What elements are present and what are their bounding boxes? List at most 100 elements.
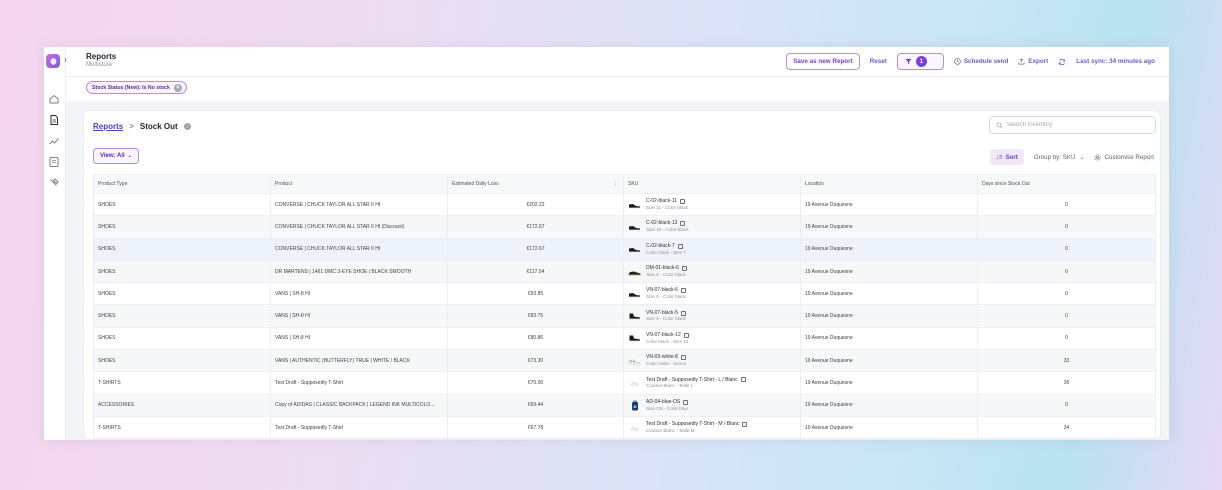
sku-variant: Size OS - Color blue [646,405,688,411]
reset-button[interactable]: Reset [870,58,887,65]
cell-estimated-daily-loss: €172.67 [448,238,624,260]
product-thumbnail [628,245,641,254]
cell-estimated-daily-loss: €70.00 [448,372,624,394]
column-header-estimated-daily-loss[interactable]: Estimated Daily Loss ↓ [448,175,624,193]
cell-estimated-daily-loss: €69.44 [448,394,624,416]
copy-icon[interactable] [681,265,687,271]
copy-icon[interactable] [683,332,689,338]
view-selector[interactable]: View: All ⌄ [93,148,139,164]
group-by-dropdown[interactable]: Group by: SKU ⌄ [1034,154,1085,161]
page-subtitle: Multistore [86,62,113,68]
sync-icon[interactable] [1058,58,1066,66]
cell-product: CONVERSE | CHUCK TAYLOR ALL STAR II HI (… [271,216,448,238]
cell-sku: AD-04-blue-OS Size OS - Color blue [624,394,801,416]
sku-variant: Size 6 - Color black [646,294,686,300]
orders-icon[interactable] [48,156,60,168]
sku-text: DM-01-black-6 Size 6 - Color black [646,265,687,278]
sku-text: C-02-black-7 Color black - Size 7 [646,243,686,256]
table-row[interactable]: T-SHIRTS Test Draft - Supposedly T-Shirt €… [94,416,1155,440]
cell-estimated-daily-loss: €202.22 [448,194,624,216]
cell-estimated-daily-loss: €80.86 [448,327,624,350]
sidebar-rail: › [44,47,67,440]
copy-icon[interactable] [680,288,686,294]
table-row[interactable]: SHOES CONVERSE | CHUCK TAYLOR ALL STAR II… [94,216,1155,239]
table-row[interactable]: SHOES VANS | SH-8 HI €80.86 VN-07-black-12 C… [94,327,1155,351]
save-report-button[interactable]: Save as new Report [786,53,860,70]
cell-days-since-stock-out: 0 [1065,223,1068,230]
search-input[interactable] [1007,122,1147,128]
cell-days-since-stock-out: 0 [1065,246,1068,253]
column-header-location[interactable]: Location [801,175,978,193]
breadcrumb-reports-link[interactable]: Reports [93,122,123,131]
cell-product-type: SHOES [94,194,271,216]
schedule-send-button[interactable]: Schedule send [954,58,1008,65]
filter-button[interactable]: 1 [896,53,944,70]
cell-sku: VN-07-black-12 Color black - Size 12 [624,327,801,350]
group-by-label: Group by: SKU [1033,153,1076,161]
cell-estimated-daily-loss: €93.85 [448,283,624,305]
sort-button[interactable]: ↓≡ Sort [989,149,1024,165]
breadcrumb: Reports > Stock Out i [93,122,191,131]
home-icon[interactable] [48,93,60,105]
cell-sku: C-02-black-13 Size 13 - Color black [624,216,801,238]
copy-icon[interactable] [677,243,683,249]
filter-chip-stock-status[interactable]: Stock Status (New): Is No stock × [86,81,187,94]
copy-icon[interactable] [680,310,686,316]
copy-icon[interactable] [680,221,686,227]
sku-code: Test Draft - Supposedly T-Shirt - L / Bl… [646,376,738,383]
table-row[interactable]: T-SHIRTS Test Draft - Supposedly T-Shirt €… [94,372,1155,395]
cell-location: 19 Avenue Duquesne [801,238,978,260]
table-row[interactable]: ACCESSORIES Copy of ADIDAS | CLASSIC BACK… [94,394,1155,417]
sku-text: VN-03-white-8 Color white - Size 8 [646,354,686,367]
cell-product-type: T-SHIRTS [94,372,271,394]
export-icon [1018,58,1025,65]
table-row[interactable]: SHOES VANS | SH-8 HI €83.75 VN-07-black-5 Si… [94,305,1155,328]
copy-icon[interactable] [683,399,689,405]
report-tools: ↓≡ Sort Group by: SKU ⌄ Customise Report [989,149,1154,165]
cell-product-type: SHOES [94,238,271,260]
remove-filter-icon[interactable]: × [173,83,182,92]
copy-icon[interactable] [742,422,748,428]
product-thumbnail [628,312,641,321]
cell-location: 19 Avenue Duquesne [801,260,978,283]
column-header-product-type[interactable]: Product Type [94,175,271,193]
cell-product-type: SHOES [94,350,271,372]
trends-icon[interactable] [48,135,60,147]
cell-sku: VN-07-black-6 Size 6 - Color black [624,283,801,305]
table-row[interactable]: SHOES DR MARTENS | 1461 DMC 3-EYE SHOE | … [94,260,1155,284]
column-header-product[interactable]: Product [271,175,448,193]
export-button[interactable]: Export [1018,58,1048,65]
customise-label: Customise Report [1104,153,1154,161]
chevron-down-icon: ⌄ [127,153,132,159]
info-icon[interactable]: i [183,123,191,130]
product-thumbnail [628,222,641,231]
tools-icon[interactable] [48,177,60,189]
app-logo[interactable] [46,54,60,68]
search-icon [996,121,1003,129]
table-row[interactable]: SHOES VANS | SH-8 HI €93.85 VN-07-black-6 Si… [94,283,1155,306]
product-thumbnail [628,289,641,298]
column-header-sku[interactable]: SKU [624,175,801,193]
sku-text: VN-07-black-12 Color black - Size 12 [646,332,689,345]
column-header-days-since-stock-out[interactable]: Days since Stock Out [978,175,1155,193]
copy-icon[interactable] [680,355,686,361]
sort-label: Sort [1005,153,1018,161]
copy-icon[interactable] [680,199,686,205]
table-row[interactable]: SHOES VANS | AUTHENTIC (BUTTERFLY) TRUE |… [94,350,1155,373]
search-box[interactable] [989,116,1156,134]
reports-icon[interactable] [48,114,60,126]
customise-report-button[interactable]: Customise Report [1094,154,1154,161]
sku-code-line: AD-04-blue-OS [646,399,689,406]
table-body: SHOES CONVERSE | CHUCK TAYLOR ALL STAR II… [94,194,1155,440]
cell-location: 19 Avenue Duquesne [801,194,978,216]
table-row[interactable]: SHOES CONVERSE | CHUCK TAYLOR ALL STAR II… [94,194,1155,217]
copy-icon[interactable] [740,377,746,383]
sku-text: C-02-black-13 Size 13 - Color black [646,220,688,233]
page-title: Reports [86,52,117,61]
reset-label: Reset [869,58,887,65]
sku-variant: Size 6 - Color black [646,271,686,277]
cell-estimated-daily-loss: €172.67 [448,216,624,238]
header-actions: Save as new Report Reset 1 Schedule send… [786,52,1155,71]
table-row[interactable]: SHOES CONVERSE | CHUCK TAYLOR ALL STAR II… [94,238,1155,261]
sku-code-line: C-02-black-13 [646,220,688,227]
